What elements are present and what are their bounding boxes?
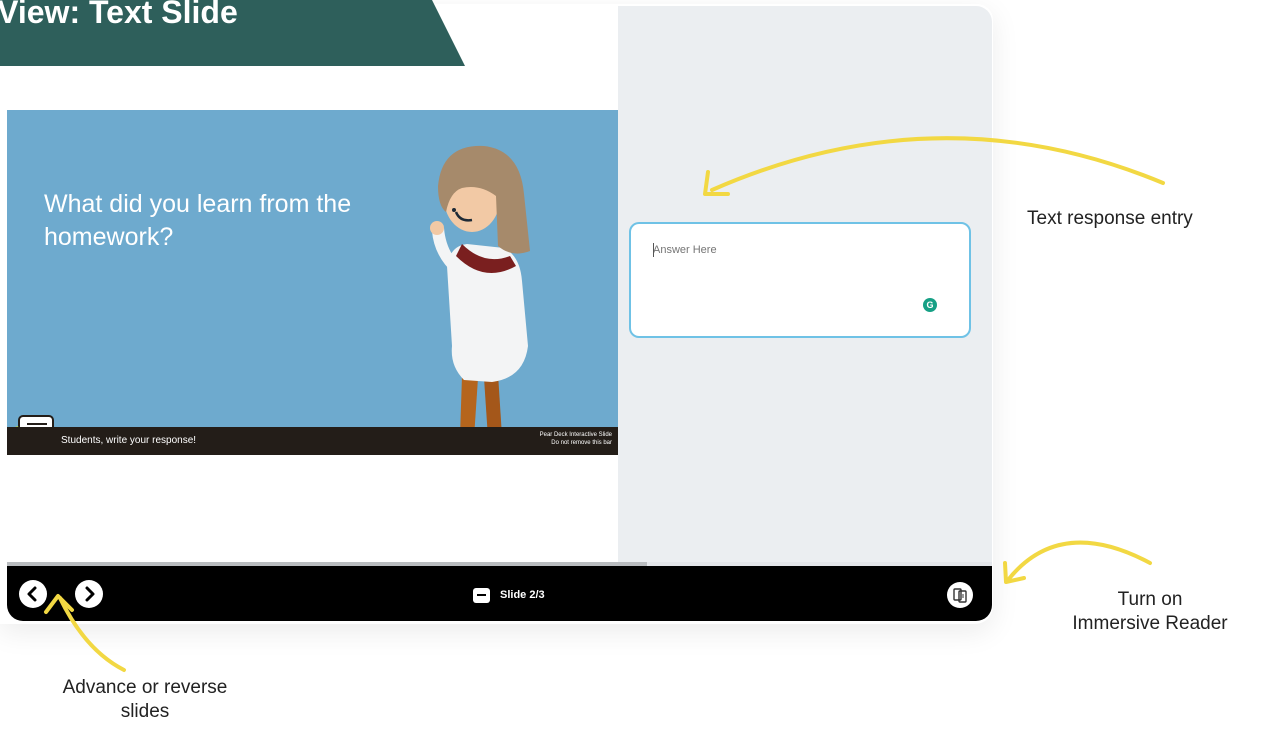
chevron-right-icon — [85, 586, 95, 602]
annotation-immersive-line2: Immersive Reader — [1072, 613, 1228, 634]
annotation-immersive-line1: Turn on — [1117, 589, 1183, 610]
bottom-toolbar: Slide 2/3 — [7, 566, 992, 621]
immersive-reader-button[interactable] — [947, 582, 973, 608]
text-caret — [653, 243, 654, 257]
annotation-advance-slides: Advance or reverse slides — [20, 676, 270, 724]
student-illustration — [430, 145, 530, 438]
grammarly-icon[interactable]: G — [923, 298, 937, 312]
annotation-immersive-reader: Turn on Immersive Reader — [1030, 588, 1270, 636]
section-banner: nt View: Text Slide — [0, 0, 465, 66]
annotation-text-response: Text response entry — [1027, 208, 1193, 229]
footer-notice: Pear Deck Interactive Slide Do not remov… — [540, 431, 612, 447]
annotation-advance-line1: Advance or reverse — [62, 677, 228, 698]
slide-prompt: What did you learn from the homework? — [44, 190, 352, 251]
footer-notice-line1: Pear Deck Interactive Slide — [539, 432, 612, 438]
chevron-left-icon — [27, 586, 37, 602]
slide-indicator: Slide 2/3 — [473, 585, 545, 605]
slide-footer-bar: Students, write your response! Pear Deck… — [7, 427, 618, 455]
immersive-reader-arrow — [1006, 540, 1152, 582]
text-slide-icon — [473, 587, 490, 603]
previous-slide-button[interactable] — [19, 580, 47, 608]
footer-notice-line2: Do not remove this bar — [551, 440, 612, 446]
next-slide-button[interactable] — [75, 580, 103, 608]
text-response-box[interactable]: G — [629, 222, 971, 338]
answer-input[interactable] — [653, 244, 943, 256]
annotation-advance-line2: slides — [120, 701, 170, 722]
immersive-reader-icon — [953, 588, 967, 603]
footer-instruction: Students, write your response! — [61, 435, 197, 446]
slide-counter: Slide 2/3 — [500, 589, 545, 601]
banner-title: nt View: Text Slide — [0, 0, 238, 30]
immersive-reader-arrowhead — [1003, 561, 1026, 584]
slide-content: What did you learn from the homework? St… — [7, 110, 618, 455]
